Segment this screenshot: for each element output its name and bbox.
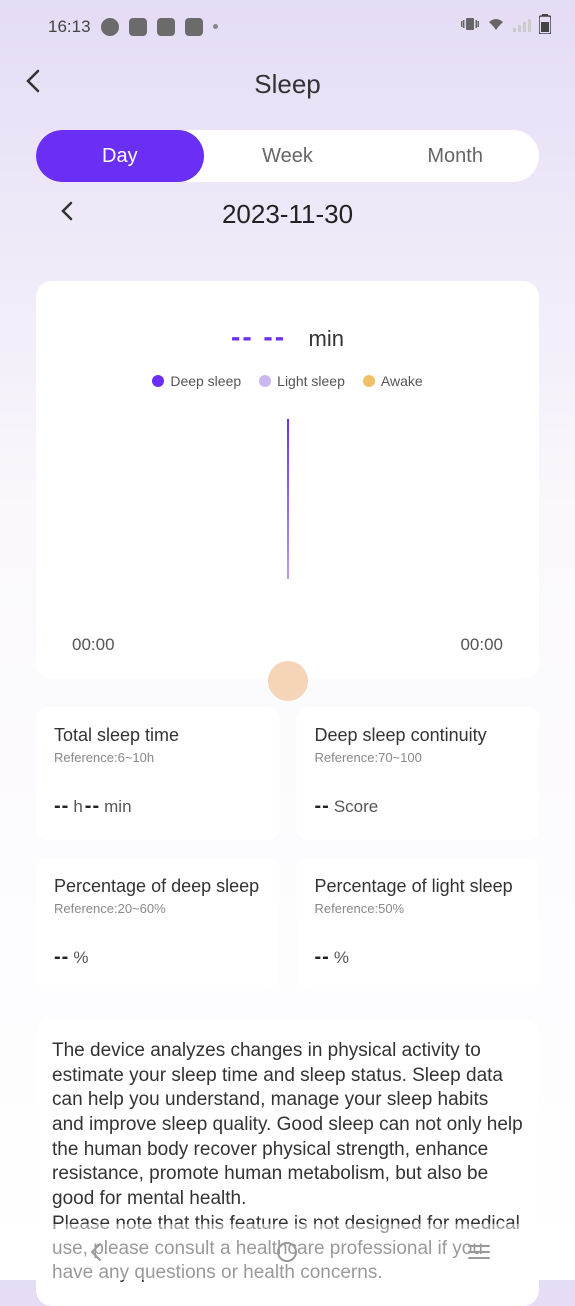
tab-day[interactable]: Day	[36, 130, 204, 182]
chart-empty-line	[287, 419, 289, 579]
legend-label: Awake	[381, 373, 423, 389]
chart-total-value: -- --	[231, 321, 286, 352]
legend-label: Light sleep	[277, 373, 345, 389]
legend-dot-deep-icon	[152, 375, 164, 387]
nav-back-button[interactable]	[83, 1239, 109, 1265]
legend-awake: Awake	[363, 373, 423, 389]
legend-label: Deep sleep	[170, 373, 241, 389]
stat-title: Total sleep time	[54, 725, 261, 746]
date-value: 2023-11-30	[222, 199, 353, 230]
stat-light-percentage[interactable]: Percentage of light sleep Reference:50% …	[297, 858, 540, 991]
nav-home-button[interactable]	[274, 1239, 300, 1265]
stat-reference: Reference:6~10h	[54, 750, 261, 765]
stat-value: -- %	[315, 946, 522, 969]
chart-x-start: 00:00	[72, 635, 115, 655]
stat-minutes: --	[85, 795, 100, 818]
legend-deep-sleep: Deep sleep	[152, 373, 241, 389]
status-bar: 16:13	[0, 0, 575, 43]
stat-title: Percentage of deep sleep	[54, 876, 261, 897]
stat-hours: --	[54, 795, 69, 818]
stat-reference: Reference:50%	[315, 901, 522, 916]
stat-deep-percentage[interactable]: Percentage of deep sleep Reference:20~60…	[36, 858, 279, 991]
date-prev-button[interactable]	[60, 200, 74, 229]
chart-legend: Deep sleep Light sleep Awake	[54, 373, 521, 389]
tab-week[interactable]: Week	[204, 130, 372, 182]
stat-value: -- %	[54, 946, 261, 969]
stat-pct-unit: %	[73, 948, 88, 968]
system-nav-bar	[0, 1224, 575, 1280]
chart-x-end: 00:00	[460, 635, 503, 655]
battery-icon	[539, 14, 551, 39]
status-left: 16:13	[48, 17, 218, 37]
stat-reference: Reference:20~60%	[54, 901, 261, 916]
stat-title: Deep sleep continuity	[315, 725, 522, 746]
status-mail-icon	[157, 18, 175, 36]
stat-value: -- h -- min	[54, 795, 261, 818]
status-mail-icon	[129, 18, 147, 36]
stat-hours-unit: h	[73, 797, 82, 817]
status-app-icon	[101, 18, 119, 36]
legend-dot-awake-icon	[363, 375, 375, 387]
stat-pct-unit: %	[334, 948, 349, 968]
status-right	[461, 14, 551, 39]
page-title: Sleep	[254, 69, 321, 100]
wifi-icon	[487, 17, 505, 37]
tab-month[interactable]: Month	[371, 130, 539, 182]
stat-pct: --	[315, 946, 330, 969]
stat-score-unit: Score	[334, 797, 378, 817]
info-paragraph-1: The device analyzes changes in physical …	[52, 1039, 523, 1212]
back-button[interactable]	[24, 67, 42, 102]
stat-total-sleep[interactable]: Total sleep time Reference:6~10h -- h --…	[36, 707, 279, 840]
chart-x-axis: 00:00 00:00	[54, 635, 521, 655]
signal-icon	[513, 17, 531, 37]
stat-title: Percentage of light sleep	[315, 876, 522, 897]
legend-light-sleep: Light sleep	[259, 373, 345, 389]
stat-minutes-unit: min	[104, 797, 131, 817]
date-selector: 2023-11-30	[0, 182, 575, 247]
vibrate-icon	[461, 16, 479, 37]
header: Sleep	[0, 43, 575, 122]
period-tabs: Day Week Month	[36, 130, 539, 182]
stat-deep-continuity[interactable]: Deep sleep continuity Reference:70~100 -…	[297, 707, 540, 840]
nav-recent-button[interactable]	[466, 1239, 492, 1265]
legend-dot-light-icon	[259, 375, 271, 387]
status-time: 16:13	[48, 17, 91, 37]
sleep-chart-card: -- -- min Deep sleep Light sleep Awake 0…	[36, 281, 539, 679]
stat-score: --	[315, 795, 330, 818]
chart-total: -- -- min	[54, 321, 521, 353]
chart-total-unit: min	[309, 326, 344, 351]
stat-pct: --	[54, 946, 69, 969]
status-more-icon	[213, 24, 218, 29]
stat-reference: Reference:70~100	[315, 750, 522, 765]
chart-marker[interactable]	[268, 661, 308, 701]
status-mail-icon	[185, 18, 203, 36]
stat-value: -- Score	[315, 795, 522, 818]
chart-plot-area	[54, 419, 521, 599]
stats-grid: Total sleep time Reference:6~10h -- h --…	[36, 707, 539, 991]
